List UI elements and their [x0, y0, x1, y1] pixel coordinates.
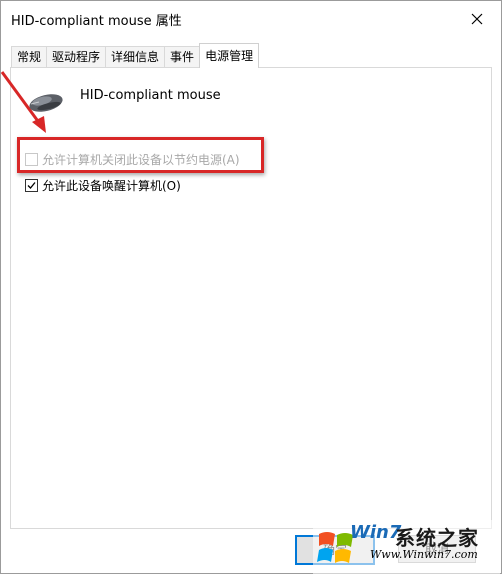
allow-wake-label: 允许此设备唤醒计算机(O)	[42, 179, 181, 193]
allow-wake-option[interactable]: 允许此设备唤醒计算机(O)	[25, 177, 181, 194]
checkmark-icon	[27, 182, 36, 189]
title-bar[interactable]: HID-compliant mouse 属性	[1, 1, 501, 37]
window-title: HID-compliant mouse 属性	[11, 14, 182, 29]
tab-details[interactable]: 详细信息	[105, 46, 166, 68]
device-name: HID-compliant mouse	[80, 88, 221, 103]
watermark-logo-text: Win7	[350, 522, 402, 543]
properties-dialog: HID-compliant mouse 属性 常规 驱动程序 详细信息 事件 电…	[0, 0, 502, 574]
allow-power-off-checkbox[interactable]	[25, 153, 38, 166]
allow-power-off-option[interactable]: 允许计算机关闭此设备以节约电源(A)	[25, 151, 240, 168]
close-icon	[471, 13, 483, 25]
allow-power-off-label: 允许计算机关闭此设备以节约电源(A)	[42, 153, 240, 167]
mouse-icon	[29, 94, 63, 112]
watermark-url: Www.Winwin7.com	[370, 548, 478, 561]
tab-power-management[interactable]: 电源管理	[199, 43, 260, 68]
allow-wake-checkbox[interactable]	[25, 179, 38, 192]
watermark-brand: 系统之家	[395, 526, 479, 550]
close-button[interactable]	[459, 5, 495, 33]
tab-events[interactable]: 事件	[164, 46, 201, 68]
